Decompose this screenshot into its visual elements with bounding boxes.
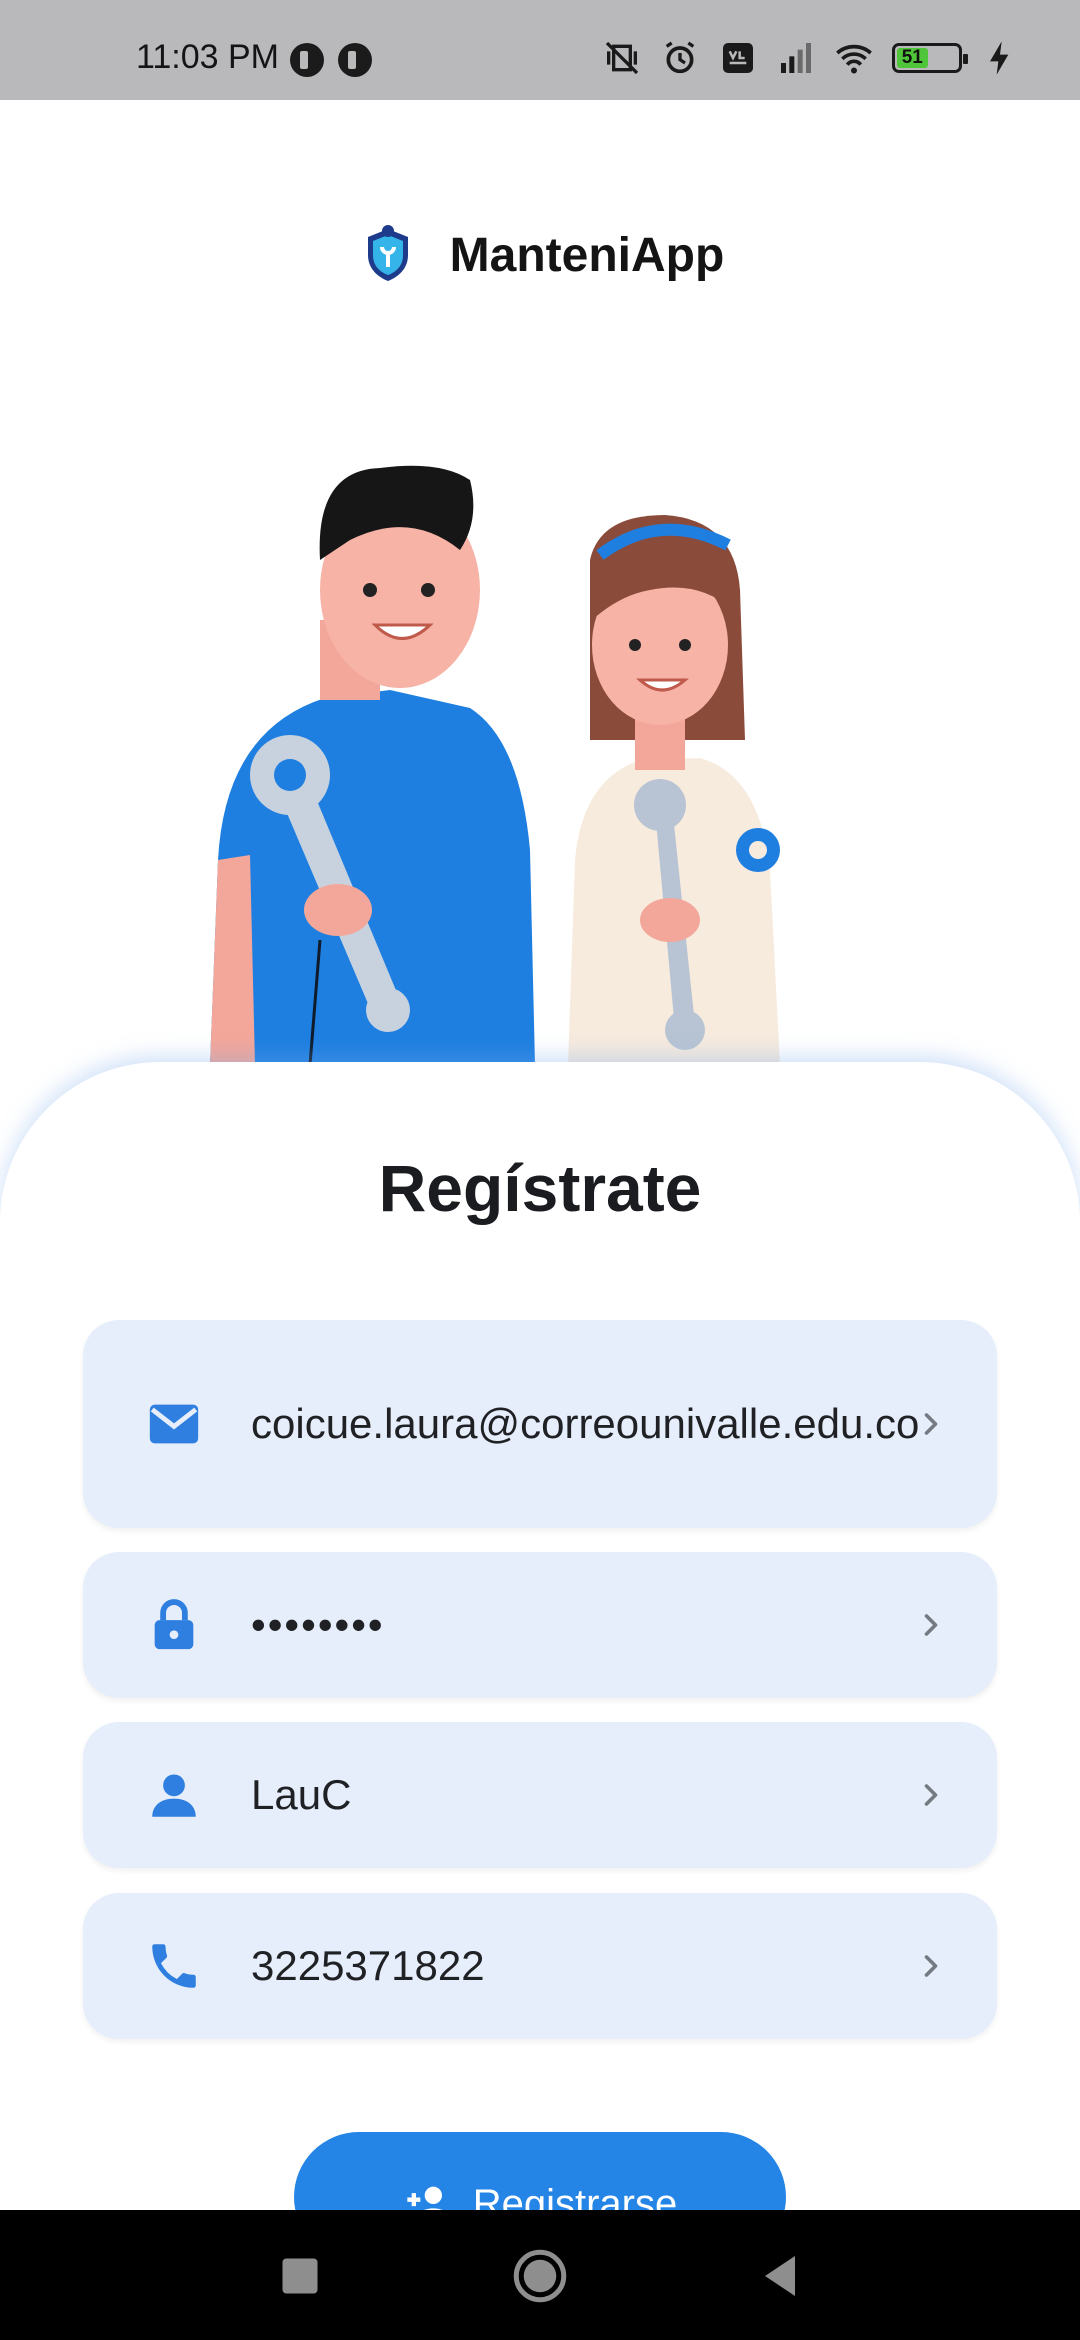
app-title: ManteniApp — [449, 228, 725, 282]
password-field[interactable]: •••••••• — [83, 1552, 997, 1698]
recents-button[interactable] — [264, 2240, 336, 2312]
page-title: Regístrate — [378, 1151, 702, 1225]
square-icon — [282, 2258, 318, 2294]
email-value: coicue.laura@correounivalle.edu.co — [251, 1400, 920, 1447]
username-field[interactable]: LauC — [83, 1722, 997, 1868]
chevron-right-icon — [913, 1948, 949, 1984]
person-icon — [143, 1764, 205, 1826]
volte-icon — [718, 38, 758, 78]
email-field[interactable]: coicue.laura@correounivalle.edu.co — [83, 1320, 997, 1528]
status-time: 11:03 PM — [136, 38, 280, 76]
battery-level: 51 — [897, 47, 928, 68]
alarm-icon — [660, 38, 700, 78]
status-bar: 11:03 PM 51 — [0, 0, 1080, 100]
mechanics-illustration — [180, 440, 900, 1065]
signal-icon — [776, 38, 816, 78]
notification-app-icon — [290, 43, 324, 77]
chevron-right-icon — [913, 1406, 949, 1442]
phone-icon — [143, 1935, 205, 1997]
lock-icon — [143, 1594, 205, 1656]
status-notification-icons — [290, 43, 372, 77]
vibrate-off-icon — [602, 38, 642, 78]
notification-app-icon — [338, 43, 372, 77]
man-figure — [210, 465, 535, 1065]
phone-field[interactable]: 3225371822 — [83, 1893, 997, 2039]
woman-figure — [568, 515, 780, 1065]
charging-icon — [980, 38, 1020, 78]
phone-value: 3225371822 — [251, 1942, 485, 1989]
app-header: ManteniApp — [0, 215, 1080, 295]
circle-icon — [513, 2249, 567, 2303]
battery-icon: 51 — [892, 43, 968, 73]
shield-wrench-logo-icon — [356, 223, 420, 287]
password-value: •••••••• — [251, 1601, 385, 1648]
triangle-back-icon — [765, 2256, 795, 2296]
back-button[interactable] — [744, 2240, 816, 2312]
wifi-icon — [834, 38, 874, 78]
chevron-right-icon — [913, 1777, 949, 1813]
mail-icon — [143, 1393, 205, 1455]
home-button[interactable] — [504, 2240, 576, 2312]
status-system-icons: 51 — [602, 38, 1020, 78]
chevron-right-icon — [913, 1607, 949, 1643]
username-value: LauC — [251, 1771, 352, 1818]
